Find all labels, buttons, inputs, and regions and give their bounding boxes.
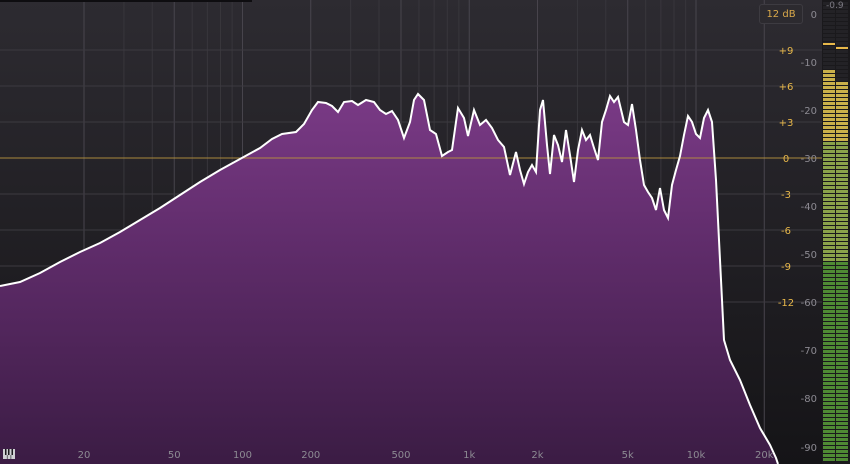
freq-label: 500 xyxy=(391,450,410,461)
gain-label: 0 xyxy=(783,154,789,165)
gain-label: -3 xyxy=(781,190,791,201)
level-label: -50 xyxy=(801,250,817,261)
freq-label: 2k xyxy=(531,450,543,461)
range-button[interactable]: 12 dB xyxy=(759,4,803,24)
freq-label: 5k xyxy=(622,450,634,461)
peak-readout: -0.9 xyxy=(826,1,844,11)
freq-label: 200 xyxy=(301,450,320,461)
freq-label: 100 xyxy=(233,450,252,461)
freq-label: 50 xyxy=(168,450,181,461)
level-meter xyxy=(822,0,850,464)
gain-label: -6 xyxy=(781,226,791,237)
gain-label: +6 xyxy=(779,82,794,93)
gain-label: +3 xyxy=(779,118,794,129)
level-label: 0 xyxy=(811,10,817,21)
freq-label: 10k xyxy=(687,450,706,461)
level-label: -70 xyxy=(801,346,817,357)
level-label: -80 xyxy=(801,394,817,405)
spectrum-analyzer[interactable]: 20 50 100 200 500 1k 2k 5k 10k 20k +9 +6 +3 0 -3 -6 -9-… xyxy=(0,0,850,464)
piano-keys-icon[interactable] xyxy=(3,449,15,459)
top-edge-bar xyxy=(0,0,252,2)
gain-label: -9 xyxy=(781,262,791,273)
level-label: -40 xyxy=(801,202,817,213)
gain-label: -12 xyxy=(778,298,794,309)
freq-label: 20 xyxy=(78,450,91,461)
freq-label: 20k xyxy=(755,450,774,461)
level-label: -10 xyxy=(801,58,817,69)
level-label: -30 xyxy=(801,154,817,165)
level-label: -60 xyxy=(801,298,817,309)
level-label: -90 xyxy=(801,443,817,454)
gain-label: +9 xyxy=(779,46,794,57)
level-label: -20 xyxy=(801,106,817,117)
freq-label: 1k xyxy=(463,450,475,461)
